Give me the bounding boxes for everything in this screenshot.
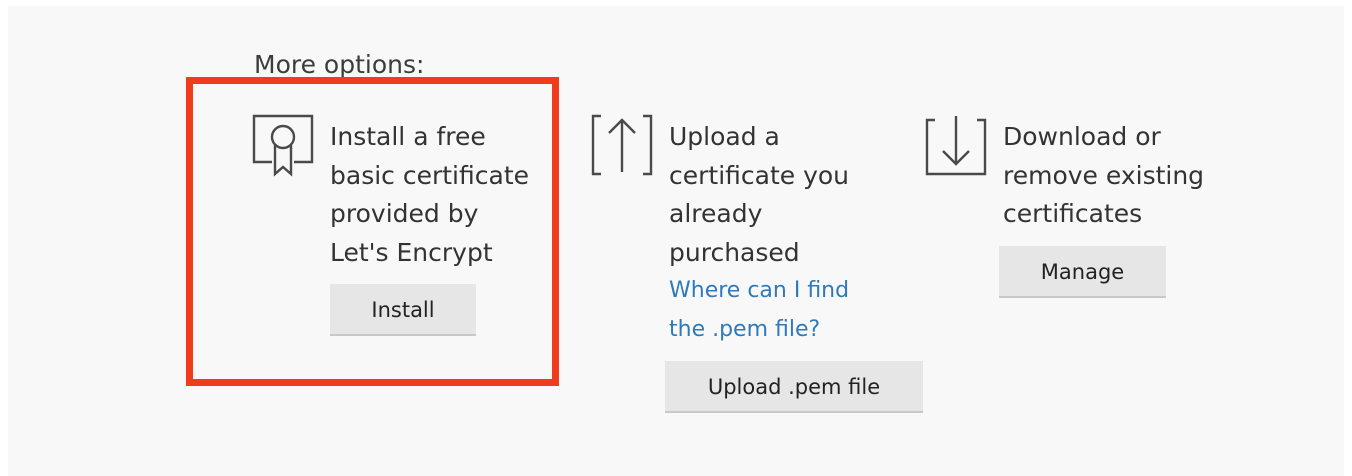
upload-arrow-icon [591, 112, 653, 178]
option-manage-description: Download or remove existing certificates [1003, 122, 1205, 228]
pem-file-help-link[interactable]: Where can I find the .pem file? [669, 272, 849, 349]
certificate-ribbon-icon [252, 112, 314, 178]
install-button[interactable]: Install [330, 284, 476, 336]
download-arrow-icon [925, 112, 987, 178]
option-letsencrypt-description: Install a free basic certificate provide… [330, 122, 529, 267]
upload-pem-file-button[interactable]: Upload .pem file [665, 361, 923, 413]
manage-button[interactable]: Manage [999, 246, 1166, 298]
more-options-label: More options: [254, 50, 425, 79]
option-upload-description: Upload a certificate you already purchas… [669, 122, 850, 267]
